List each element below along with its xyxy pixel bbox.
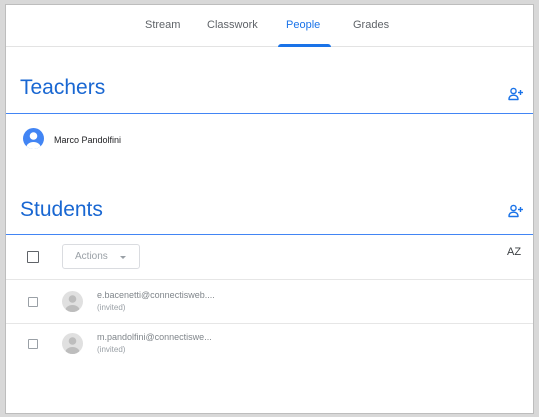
sort-az-icon: AZ bbox=[507, 246, 522, 258]
classroom-page: Stream Classwork People Grades Teachers … bbox=[5, 4, 534, 414]
add-student-button[interactable] bbox=[508, 204, 524, 218]
teacher-name: Marco Pandolfini bbox=[54, 135, 122, 145]
student-email: e.bacenetti@connectisweb.... bbox=[97, 290, 215, 300]
add-person-icon bbox=[508, 204, 523, 218]
top-nav: Stream Classwork People Grades bbox=[6, 5, 533, 47]
select-all-checkbox[interactable] bbox=[27, 251, 39, 263]
actions-dropdown[interactable]: Actions bbox=[62, 244, 140, 269]
student-status: (invited) bbox=[97, 345, 126, 354]
student-avatar bbox=[62, 333, 83, 354]
student-checkbox[interactable] bbox=[28, 297, 38, 307]
tab-classwork[interactable]: Classwork bbox=[207, 19, 258, 31]
add-teacher-button[interactable] bbox=[508, 87, 524, 101]
tab-people[interactable]: People bbox=[286, 19, 320, 31]
active-tab-indicator bbox=[278, 44, 331, 47]
students-divider bbox=[6, 234, 533, 235]
person-avatar-icon bbox=[65, 295, 80, 312]
person-avatar-icon bbox=[26, 132, 41, 149]
teachers-heading: Teachers bbox=[20, 76, 106, 99]
tab-stream[interactable]: Stream bbox=[145, 19, 180, 31]
tab-grades[interactable]: Grades bbox=[353, 19, 389, 31]
student-avatar bbox=[62, 291, 83, 312]
add-person-icon bbox=[508, 87, 523, 101]
teacher-avatar bbox=[23, 128, 44, 149]
row-divider bbox=[6, 279, 533, 280]
sort-button[interactable]: AZ bbox=[507, 246, 521, 258]
student-status: (invited) bbox=[97, 303, 126, 312]
student-checkbox[interactable] bbox=[28, 339, 38, 349]
teachers-divider bbox=[6, 113, 533, 114]
students-heading: Students bbox=[20, 198, 103, 221]
actions-label: Actions bbox=[75, 251, 108, 262]
person-avatar-icon bbox=[65, 337, 80, 354]
row-divider bbox=[6, 323, 533, 324]
student-email: m.pandolfini@connectiswe... bbox=[97, 332, 212, 342]
chevron-down-icon bbox=[120, 256, 126, 259]
